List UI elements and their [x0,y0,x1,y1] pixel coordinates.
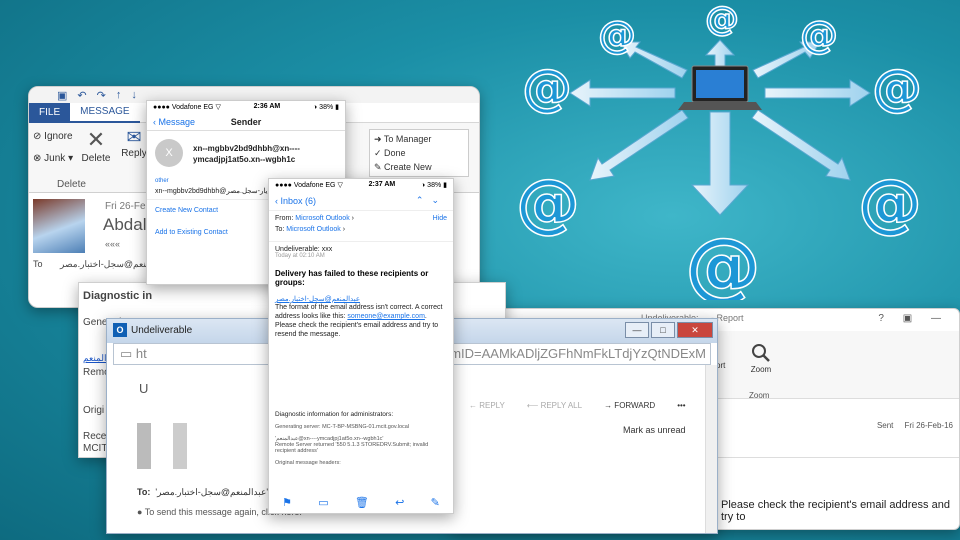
reply-button[interactable]: ← REPLY [469,401,505,410]
sender-avatar-placeholder [137,423,187,469]
quick-step-done[interactable]: ✓ Done [374,146,464,160]
more-actions-button[interactable]: ••• [677,401,685,410]
minimize-button[interactable]: — [625,322,649,338]
folder-icon[interactable]: ▭ [318,496,328,509]
contact-avatar: X [155,139,183,167]
window-controls[interactable]: ? ▣ — [878,313,949,324]
iphone-bounce-message: ●●●● Vodafone EG ▽ 2:37 AM ◑ 38% ▮ ‹ Inb… [268,178,454,514]
reply-button[interactable]: ✉ Reply [119,127,149,159]
at-icon-top-right: @ [800,13,838,57]
diagnostic-title: Diagnostic in [83,290,153,302]
arrow-down [690,111,750,216]
failed-recipient[interactable]: عبدالمنعم@سجل-اختبار.مصر [269,295,453,303]
nav-title: Sender [230,116,262,127]
quick-step-to-manager[interactable]: ➜ To Manager [374,132,464,146]
flag-icon[interactable]: ⚑ [282,496,292,509]
laptop-icon [678,65,762,110]
delete-x-icon: ✕ [86,127,106,152]
to-row: To: Microsoft Outlook › [275,226,346,233]
to-address[interactable]: 'عبدالمنعم@سجل-اختبار.مصر' <?? [155,487,286,497]
sender-photo [33,199,85,253]
sent-date: Fri 26-Feb-16 [904,421,953,430]
outlook-app-icon: O [113,323,127,337]
compose-icon[interactable]: ✎ [431,496,440,509]
add-existing-contact-link[interactable]: Add to Existing Contact [155,229,228,236]
undo-icon[interactable]: ↶ [77,89,86,102]
received-time: Today at 02:10 AM [275,253,325,259]
zoom-group-label: Zoom [749,391,770,400]
prev-next-arrows[interactable]: ⌃⌄ [416,195,447,206]
trash-icon[interactable]: 🗑 [355,496,369,509]
at-icon-top: @ [705,0,739,39]
at-icon-lower-right: @ [858,167,922,241]
status-bar: ●●●● Vodafone EG ▽ 2:36 AM ◑ 38% ▮ [153,103,339,111]
diag-mcit: MCIT [83,443,108,454]
close-button[interactable]: ✕ [677,322,713,338]
hide-button[interactable]: Hide [433,215,447,222]
junk-button[interactable]: ⊗ Junk ▾ [33,153,73,164]
at-icon-top-left: @ [598,13,636,57]
ignore-icon: ⊘ [33,131,45,142]
bottom-toolbar: ⚑ ▭ 🗑 ↩ ✎ [269,496,453,509]
save-icon[interactable]: ▣ [57,89,67,102]
window-buttons: — □ ✕ [625,322,713,338]
window-title: Undeliverable [131,325,193,336]
create-new-contact-link[interactable]: Create New Contact [155,207,218,214]
subject: Undeliverable: xxx [269,241,453,253]
other-email[interactable]: xn--mgbbv2bd9dhbh@يار-سجل.مصر [155,187,267,195]
ignore-button[interactable]: ⊘ Ignore [33,131,73,142]
page-icon: ▭ [120,346,136,361]
maximize-button[interactable]: □ [651,322,675,338]
at-icon-right: @ [872,59,922,117]
from-row: From: Microsoft Outlook › Hide [275,215,447,222]
delete-button[interactable]: ✕ Delete [81,127,111,164]
arrow-lower-right [751,109,851,181]
tab-file[interactable]: FILE [29,102,71,123]
to-row: To: 'عبدالمنعم@سجل-اختبار.مصر' <?? [137,487,286,498]
sent-info: Sent Fri 26-Feb-16 [877,421,953,430]
remote-server-msg: Remote Server returned '550 5.1.3 STORED… [275,442,429,454]
at-icon-lower-left: @ [516,167,580,241]
status-bar: ●●●● Vodafone EG ▽ 2:37 AM ◑ 38% ▮ [275,181,447,189]
email-network-graphic: @ @ @ @ @ @ @ @ [515,0,923,300]
reply-icon: ✉ [126,127,142,147]
tab-message[interactable]: MESSAGE [70,102,140,123]
generating-server: Generating server: MC-T-BP-MSBNG-01.mcit… [275,424,410,430]
reply-icon[interactable]: ↩ [395,496,404,509]
orig-headers: Original message headers: [275,460,341,466]
sent-label: Sent [876,421,894,430]
forward-button[interactable]: → FORWARD [604,401,655,410]
contact-address: xn--mgbbv2bd9dhbh@xn---- ymcadjpj1at5o.x… [193,144,300,164]
delete-group-label: Delete [57,179,86,190]
vertical-scrollbar[interactable] [705,365,717,533]
message-actions: ← REPLY ⟵ REPLY ALL → FORWARD ••• [469,401,686,410]
diag-title: Diagnostic information for administrator… [275,411,394,418]
other-label: other [155,178,169,184]
mark-as-unread-button[interactable]: Mark as unread [623,425,686,435]
zoom-button[interactable]: Zoom [741,343,781,374]
back-inbox-button[interactable]: ‹ Inbox (6) [275,196,316,206]
redo-icon[interactable]: ↷ [97,89,106,102]
up-arrow-icon[interactable]: ↑ [116,89,122,101]
reply-all-button[interactable]: ⟵ REPLY ALL [527,401,582,410]
arrow-lower-left [589,109,689,181]
magnifier-icon [752,344,770,362]
down-arrow-icon[interactable]: ↓ [131,89,137,101]
nav-bar: ‹ Inbox (6) ⌃⌄ [269,191,453,211]
failure-body: The format of the email address isn't co… [275,304,443,338]
quick-step-create-new[interactable]: ✎ Create New [374,160,464,174]
arrow-right [764,79,871,107]
junk-icon: ⊗ [33,153,45,164]
at-icon-bottom: @ [685,221,761,300]
arrow-left [569,79,676,107]
quick-steps-gallery[interactable]: ➜ To Manager ✓ Done ✎ Create New [369,129,469,177]
zoom-label: Zoom [750,365,772,374]
failure-headline: Delivery has failed to these recipients … [275,269,429,287]
message-subject: U [139,381,149,396]
message-body-fragment: Please check the recipient's email addre… [721,499,950,523]
nav-bar: ‹ Message Sender [147,113,345,131]
diag-original: Origi [83,405,105,416]
sender-extra: ««« [105,239,121,249]
at-icon-left: @ [522,59,572,117]
